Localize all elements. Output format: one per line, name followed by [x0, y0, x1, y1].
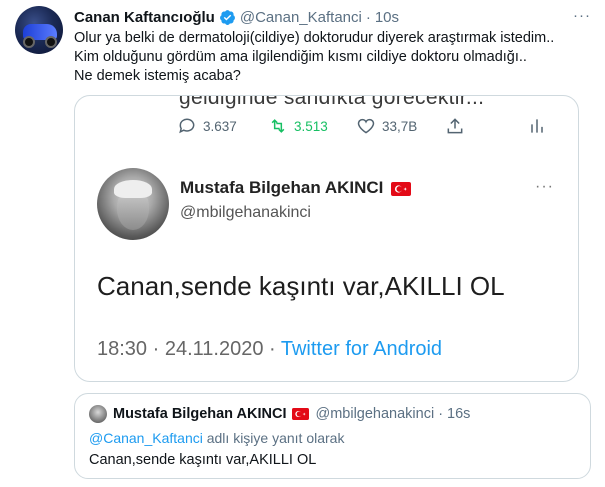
screenshot-author-handle: @mbilgehanakinci	[180, 204, 311, 221]
reply-count-label: 3.637	[203, 118, 237, 134]
screenshot-action-bar: 3.637 3.513 33,7B	[75, 116, 578, 140]
author-name[interactable]: Canan Kaftancıoğlu	[74, 9, 215, 26]
tweet-header: Canan Kaftancıoğlu @Canan_Kaftanci · 10s	[74, 7, 399, 27]
author-avatar[interactable]	[15, 6, 63, 54]
like-count: 33,7B	[356, 116, 417, 136]
reply-icon	[179, 118, 195, 134]
screenshot-author-name-label: Mustafa Bilgehan AKINCI	[180, 178, 384, 197]
reply-context: @Canan_Kaftanci adlı kişiye yanıt olarak	[89, 430, 344, 446]
reply-mention-link[interactable]: @Canan_Kaftanci	[89, 430, 203, 446]
hair-shape	[114, 180, 152, 198]
turkey-flag-icon	[391, 181, 412, 196]
quoted-author-name-label: Mustafa Bilgehan AKINCI	[113, 406, 287, 422]
verified-badge-icon	[219, 9, 235, 25]
screenshot-app-source: Twitter for Android	[280, 338, 443, 360]
tweet-text: Olur ya belki de dermatoloji(cildiye) do…	[74, 29, 594, 86]
quoted-tweet-header: Mustafa Bilgehan AKINCI @mbilgehanakinci…	[89, 404, 470, 424]
screenshot-timestamp-label: 18:30 · 24.11.2020 ·	[97, 338, 281, 360]
reply-count: 3.637	[177, 116, 237, 136]
quoted-author-name: Mustafa Bilgehan AKINCI	[113, 406, 315, 422]
share-action	[445, 116, 471, 136]
tweet-text-line: Olur ya belki de dermatoloji(cildiye) do…	[74, 30, 555, 46]
more-options-icon[interactable]: ···	[573, 7, 591, 24]
retweet-count: 3.513	[268, 116, 328, 136]
quoted-author-handle: @mbilgehanakinci	[315, 406, 435, 422]
separator-dot: ·	[365, 8, 371, 26]
retweet-icon	[271, 119, 285, 133]
like-count-label: 33,7B	[382, 118, 418, 134]
quoted-tweet[interactable]: Mustafa Bilgehan AKINCI @mbilgehanakinci…	[74, 393, 591, 479]
tweet-time[interactable]: 10s	[375, 9, 399, 26]
clipped-tweet-text: geldiğinde sandıkta görecektir...	[179, 95, 485, 109]
analytics-icon	[531, 119, 543, 133]
heart-icon	[357, 118, 375, 134]
tweet-text-line: Ne demek istemiş acaba?	[74, 68, 241, 84]
turkey-flag-icon	[292, 408, 310, 420]
quoted-author-avatar	[89, 405, 107, 423]
author-handle[interactable]: @Canan_Kaftanci	[240, 9, 362, 26]
quoted-tweet-time: 16s	[447, 406, 471, 422]
screenshot-timestamp: 18:30 · 24.11.2020 · Twitter for Android	[97, 338, 442, 361]
analytics-action	[527, 116, 553, 136]
wheel-shape	[45, 36, 57, 48]
screenshot-author-avatar	[97, 168, 169, 240]
screenshot-more-icon: ···	[535, 178, 554, 195]
tweet[interactable]: Canan Kaftancıoğlu @Canan_Kaftanci · 10s…	[0, 0, 605, 487]
tweet-text-line: Kim olduğunu gördüm ama ilgilendiğim kıs…	[74, 49, 527, 65]
screenshot-author-name: Mustafa Bilgehan AKINCI	[180, 178, 412, 198]
quoted-tweet-text: Canan,sende kaşıntı var,AKILLI OL	[89, 452, 317, 468]
wheel-shape	[23, 36, 35, 48]
reply-context-label: adlı kişiye yanıt olarak	[202, 430, 345, 446]
screenshot-tweet-text: Canan,sende kaşıntı var,AKILLI OL	[97, 271, 505, 301]
share-icon	[447, 118, 463, 134]
attached-screenshot-image[interactable]: geldiğinde sandıkta görecektir... 3.637 …	[74, 95, 579, 382]
retweet-count-label: 3.513	[294, 118, 328, 134]
separator-dot: ·	[438, 406, 444, 422]
